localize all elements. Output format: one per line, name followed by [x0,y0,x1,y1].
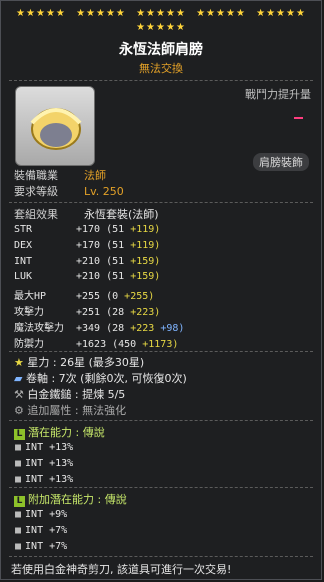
divider [9,351,313,352]
star-icon: ★ [14,356,24,369]
extra-attr-row: ⚙ 追加屬性 : 無法強化 [14,404,127,417]
stat-name: 最大HP [14,291,47,303]
potential-text: INT +7% [25,541,68,552]
stat-base: (28 [106,322,131,334]
bullet-icon: ■ [15,541,22,552]
stat-name: DEX [14,239,33,251]
potential-text: INT +7% [25,525,68,536]
potential-line: ■ INT +13% [15,442,73,453]
stat-bonus: +223) [130,307,161,318]
item-tooltip: ★★★★★ ★★★★★ ★★★★★ ★★★★★ ★★★★★ ★★★★★ 永恆法師… [0,0,322,580]
potential-title: L 潛在能力 : 傳說 [14,424,105,440]
stat-total: +170 [76,224,107,235]
scroll-row: ▰ 卷軸 : 7次 (剩餘0次, 可恢復0次) [14,372,187,385]
slot-button[interactable]: 肩膀裝飾 [253,153,309,171]
legendary-badge-icon: L [14,496,25,507]
divider [9,487,313,488]
stat-row: 防禦力 +1623 (450 +1173) [14,335,178,350]
lock-icon: ⚙ [14,404,24,417]
footer-note: 若使用白金神奇剪刀, 該道具可進行一次交易! [11,563,232,576]
stat-base: (28 [106,307,131,318]
stat-total: +210 [76,271,107,283]
stat-row: INT +210 (51 +159) [14,256,160,267]
bullet-icon: ■ [15,474,22,485]
potential-text: INT +13% [25,474,74,485]
divider [9,80,313,81]
bonus-potential-title: L 附加潛在能力 : 傳說 [14,491,127,507]
stat-total: +170 [76,239,107,251]
stat-name: 攻擊力 [14,307,44,318]
stat-name: LUK [14,271,33,283]
stat-total: +349 [76,322,107,334]
stat-bonus2: +98) [154,322,185,334]
stat-name: 魔法攻擊力 [14,322,64,334]
potential-line: ■ INT +13% [15,458,73,469]
star-group: ★★★★★ [256,8,306,19]
scroll-icon: ▰ [14,372,23,385]
trade-status: 無法交換 [139,62,183,75]
stat-name: 防禦力 [14,338,44,350]
star-group: ★★★★★ [16,8,66,19]
stat-total: +210 [76,255,107,267]
stat-row: 攻擊力 +251 (28 +223) [14,303,160,318]
item-name: 永恆法師肩膀 [119,42,203,58]
divider [9,202,313,203]
legendary-badge-icon: L [14,429,25,440]
stat-total: +255 [76,291,107,303]
potential-line: ■ INT +7% [15,525,67,536]
bullet-icon: ■ [15,442,22,453]
stat-row: DEX +170 (51 +119) [14,240,160,251]
stat-total: +1623 [76,338,113,350]
stat-base: (450 [112,338,143,350]
potential-text: INT +13% [25,458,74,469]
stat-base: (0 [106,291,125,303]
potential-line: ■ INT +9% [15,509,67,520]
stat-bonus: +159) [130,255,161,267]
potential-line: ■ INT +13% [15,474,73,485]
stat-row: 魔法攻擊力 +349 (28 +223 +98) [14,319,184,334]
stat-bonus: +159) [130,271,161,283]
set-effect-row: 套組效果 永恆套裝(法師) [14,208,159,221]
bullet-icon: ■ [15,525,22,536]
hammer-icon: ⚒ [14,388,24,401]
star-group: ★★★★★ [136,8,186,19]
stat-bonus: +255) [124,291,155,303]
stat-bonus: +119) [130,224,161,235]
bullet-icon: ■ [15,509,22,520]
stat-base: (51 [106,255,131,267]
potential-text: INT +13% [25,442,74,453]
star-group: ★★★★★ [76,8,126,19]
shoulder-armor-icon [30,108,82,150]
stat-name: STR [14,224,33,235]
item-icon [15,86,95,166]
divider [9,420,313,421]
star-group: ★★★★★ [196,8,246,19]
stat-row: 最大HP +255 (0 +255) [14,287,154,302]
starforce-row: ★ 星力 : 26星 (最多30星) [14,356,145,369]
stat-base: (51 [106,224,131,235]
star-force-stars: ★★★★★ ★★★★★ ★★★★★ ★★★★★ ★★★★★ ★★★★★ [1,8,321,33]
bullet-icon: ■ [15,458,22,469]
stat-total: +251 [76,307,107,318]
stat-bonus: +1173) [142,338,179,350]
damage-indicator [294,117,303,119]
stat-bonus: +119) [130,239,161,251]
stat-bonus: +223 [130,322,155,334]
stat-row: STR +170 (51 +119) [14,224,160,235]
stat-row: LUK +210 (51 +159) [14,271,160,282]
divider [9,556,313,557]
stat-base: (51 [106,239,131,251]
potential-line: ■ INT +7% [15,541,67,552]
hammer-row: ⚒ 白金鐵鎚 : 提煉 5/5 [14,388,126,401]
stat-base: (51 [106,271,131,283]
potential-text: INT +9% [25,509,68,520]
stat-name: INT [14,255,33,267]
damage-increase-label: 戰鬥力提升量 [245,88,311,101]
job-row: 裝備職業 法師 [14,169,106,182]
level-row: 要求等級 Lv. 250 [14,185,124,198]
star-group: ★★★★★ [136,22,186,33]
